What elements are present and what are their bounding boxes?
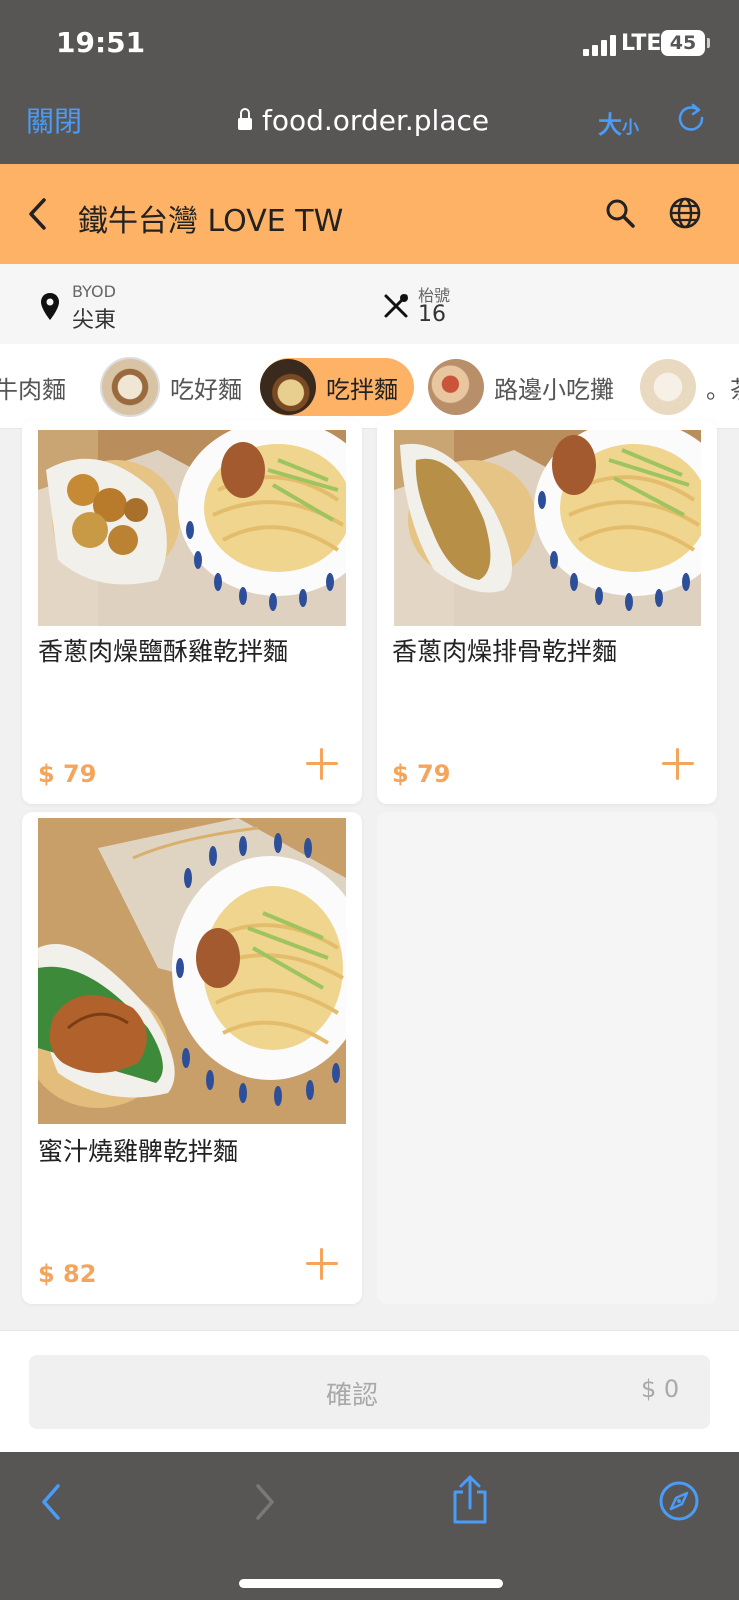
category-tab-mixed-noodle[interactable]: 吃拌麵 [260, 358, 414, 416]
table-value: 16 [418, 302, 446, 327]
category-thumb [260, 359, 316, 415]
forward-icon [256, 1484, 274, 1520]
status-time: 19:51 [56, 26, 146, 59]
category-label: 路邊小吃攤 [494, 375, 614, 404]
category-label: 牛肉麵 [0, 375, 66, 404]
browser-toolbar [0, 1452, 739, 1600]
category-thumb [428, 359, 484, 415]
product-photo [38, 818, 346, 1124]
url-text: food.order.place [262, 103, 490, 137]
category-label: 。茶 [706, 375, 739, 404]
category-tab-street-snacks[interactable]: 路邊小吃攤 [428, 358, 614, 416]
confirm-label: 確認 [326, 1381, 379, 1411]
home-indicator [239, 1579, 503, 1588]
category-thumb [640, 359, 696, 415]
battery-icon: 45 [661, 30, 710, 56]
location-pin-icon [41, 293, 59, 320]
cart-total: $ 0 [641, 1375, 680, 1403]
category-label: 吃拌麵 [326, 375, 398, 404]
shop-title: 鐵牛台灣 LOVE TW [78, 204, 344, 239]
back-arrow-icon[interactable] [26, 196, 50, 232]
share-icon[interactable] [450, 1474, 490, 1526]
store-value: 尖東 [72, 308, 117, 333]
text-size-button[interactable]: 大小 [598, 105, 639, 140]
product-name: 香蔥肉燥鹽酥雞乾拌麵 [38, 637, 289, 666]
globe-icon[interactable] [668, 196, 702, 230]
product-price: $ 79 [392, 760, 451, 788]
utensils-icon [384, 294, 408, 318]
address-field[interactable]: food.order.place [238, 100, 489, 140]
product-photo [38, 430, 346, 626]
category-tab-tea[interactable]: 。茶 [640, 358, 739, 416]
product-price: $ 82 [38, 1260, 97, 1288]
category-tab-beef-noodle[interactable]: 牛肉麵 [0, 358, 66, 416]
text-size-big: 大 [598, 111, 622, 139]
product-price: $ 79 [38, 760, 97, 788]
text-size-small: 小 [622, 118, 639, 138]
product-photo [394, 430, 701, 626]
add-to-cart-plus-icon[interactable] [662, 748, 694, 780]
add-to-cart-plus-icon[interactable] [306, 1248, 338, 1280]
lock-icon [238, 108, 252, 130]
empty-grid-slot [377, 812, 717, 1304]
compass-icon[interactable] [658, 1480, 700, 1522]
category-tabs: 牛肉麵 吃好麵 吃拌麵 路邊小吃攤 。茶 [0, 344, 739, 429]
add-to-cart-plus-icon[interactable] [306, 748, 338, 780]
back-icon[interactable] [38, 1482, 64, 1522]
category-label: 吃好麵 [170, 375, 242, 404]
store-label: BYOD [72, 282, 116, 301]
reload-icon[interactable] [676, 103, 706, 133]
close-button[interactable]: 關閉 [26, 100, 82, 140]
product-name: 香蔥肉燥排骨乾拌麵 [392, 637, 618, 666]
category-tab-good-noodle[interactable]: 吃好麵 [100, 357, 242, 417]
product-name: 蜜汁燒雞髀乾拌麵 [38, 1137, 239, 1166]
signal-icon [583, 34, 617, 56]
network-type: LTE [621, 31, 662, 56]
category-thumb [100, 357, 160, 417]
search-icon[interactable] [604, 197, 636, 229]
